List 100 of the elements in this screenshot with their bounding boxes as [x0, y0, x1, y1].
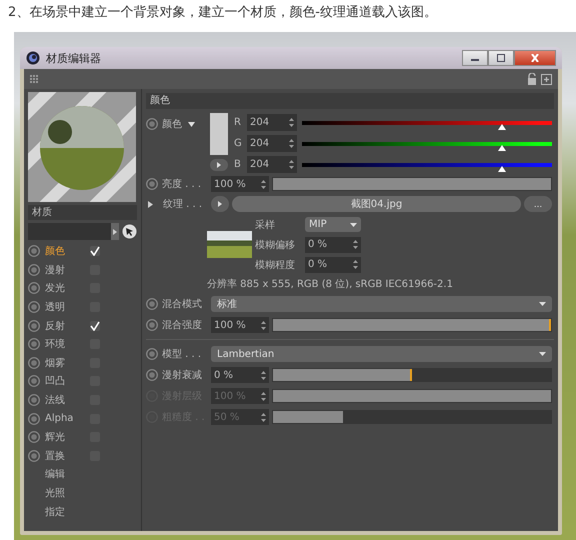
slider-thumb[interactable] [498, 124, 506, 130]
resolution-info: 分辨率 885 x 555, RGB (8 位), sRGB IEC61966-2.1 [206, 278, 454, 291]
channel-item[interactable]: 反射 [45, 318, 85, 333]
channel-letter: R [234, 117, 242, 128]
ring-icon[interactable] [28, 245, 40, 258]
channel-checkbox[interactable] [90, 320, 100, 331]
field-label: 模糊程度 [255, 258, 296, 272]
channel-item[interactable]: 置换 [45, 448, 85, 463]
spinner-icon[interactable] [353, 260, 358, 269]
expand-button[interactable] [210, 159, 228, 171]
channel-checkbox[interactable] [90, 246, 100, 256]
number-field[interactable]: 100 % [211, 317, 269, 333]
browse-button[interactable]: ... [524, 196, 552, 212]
maximize-button[interactable] [488, 50, 514, 66]
number-field[interactable]: 0 % [305, 256, 361, 272]
field-label: 模型 . . . [162, 348, 202, 361]
ring-icon[interactable] [146, 118, 158, 130]
spinner-icon[interactable] [289, 160, 294, 169]
close-button[interactable] [514, 50, 556, 66]
close-icon [530, 54, 540, 62]
field-label: 采样 [255, 218, 276, 232]
spinner-icon[interactable] [261, 320, 266, 330]
channel-item[interactable]: Alpha [45, 413, 85, 424]
play-icon [217, 162, 221, 168]
expand-icon[interactable] [148, 200, 153, 208]
sampling-dropdown[interactable]: MIP [305, 217, 361, 232]
field-label: 颜色 [162, 118, 182, 131]
ring-icon[interactable] [28, 338, 40, 350]
ring-icon[interactable] [28, 431, 40, 444]
number-field[interactable]: 0 % [305, 236, 361, 252]
number-field[interactable]: 0 % [211, 367, 269, 383]
slider-thumb[interactable] [498, 166, 506, 172]
ring-icon[interactable] [28, 282, 40, 294]
caption-text: 2、在场景中建立一个背景对象，建立一个材质，颜色-纹理通道载入该图。 [7, 4, 438, 22]
maximize-icon [496, 54, 506, 62]
spinner-icon[interactable] [261, 180, 266, 188]
ring-icon[interactable] [28, 356, 40, 369]
dropdown-caret-icon [350, 222, 357, 226]
number-field[interactable]: 204 [247, 135, 297, 152]
channel-item[interactable]: 法线 [45, 393, 85, 408]
channel-item[interactable]: 环境 [45, 337, 85, 352]
channel-item[interactable]: 颜色 [45, 244, 85, 258]
spinner-icon[interactable] [261, 412, 266, 422]
dropdown-caret-icon [539, 352, 546, 356]
field-label: 纹理 . . . [163, 198, 202, 211]
play-icon [218, 201, 222, 207]
section-header: 颜色 [146, 93, 554, 109]
slider-thumb[interactable] [498, 144, 506, 150]
slider-track[interactable] [272, 368, 552, 382]
texture-file-button[interactable]: 截图04.jpg [232, 196, 521, 212]
ring-icon[interactable] [146, 369, 158, 381]
channel-letter: G [234, 138, 242, 149]
spinner-icon[interactable] [353, 240, 358, 249]
ring-icon[interactable] [146, 178, 158, 190]
channel-item[interactable]: 光照 [45, 486, 85, 500]
number-field[interactable]: 100 % [211, 176, 269, 192]
channel-item[interactable]: 透明 [45, 300, 85, 314]
ring-icon[interactable] [28, 412, 40, 425]
spinner-icon[interactable] [289, 118, 294, 127]
channel-item[interactable]: 烟雾 [45, 356, 85, 370]
channel-item[interactable]: 指定 [45, 504, 85, 519]
dropdown[interactable]: Lambertian [211, 346, 552, 362]
field-label: 混合模式 [162, 298, 202, 311]
field-label: 模糊偏移 [255, 238, 296, 252]
ring-icon[interactable] [28, 301, 40, 314]
material-name-field[interactable]: 材质 [28, 205, 137, 220]
field-label: 混合强度 [162, 318, 202, 332]
channel-item[interactable]: 发光 [45, 281, 85, 296]
color-swatch[interactable] [210, 113, 228, 155]
ring-icon[interactable] [28, 375, 40, 388]
channel-item[interactable]: 辉光 [45, 430, 85, 444]
minimize-button[interactable] [462, 50, 488, 66]
ring-icon[interactable] [146, 319, 158, 331]
channel-item[interactable]: 漫射 [45, 262, 85, 277]
channel-item[interactable]: 编辑 [45, 467, 85, 482]
grip-icon[interactable] [30, 74, 39, 84]
ring-icon[interactable] [28, 320, 40, 332]
number-field[interactable]: 204 [247, 114, 297, 131]
spinner-icon[interactable] [261, 392, 266, 400]
channel-item[interactable]: 凹凸 [45, 374, 85, 388]
pointer-icon[interactable] [122, 224, 137, 239]
lock-icon[interactable] [527, 73, 537, 85]
dropdown-caret-icon [539, 302, 546, 306]
dropdown[interactable]: 标准 [211, 296, 552, 312]
ring-icon[interactable] [146, 348, 158, 360]
link-field[interactable] [28, 223, 119, 240]
texture-menu-button[interactable] [211, 196, 229, 212]
dropdown-caret-icon[interactable] [188, 122, 195, 126]
number-field[interactable]: 204 [247, 156, 297, 173]
spinner-icon[interactable] [289, 139, 294, 148]
field-label: 漫射衰减 [162, 368, 202, 382]
field-label: 亮度 . . . [162, 178, 202, 191]
ring-icon[interactable] [146, 298, 158, 310]
spinner-icon[interactable] [261, 370, 266, 380]
ring-icon[interactable] [28, 264, 40, 276]
window-title: 材质编辑器 [46, 50, 101, 66]
ring-icon[interactable] [28, 450, 40, 462]
new-panel-icon[interactable] [541, 74, 552, 84]
ring-icon[interactable] [28, 394, 40, 406]
slider-track[interactable] [272, 410, 552, 424]
